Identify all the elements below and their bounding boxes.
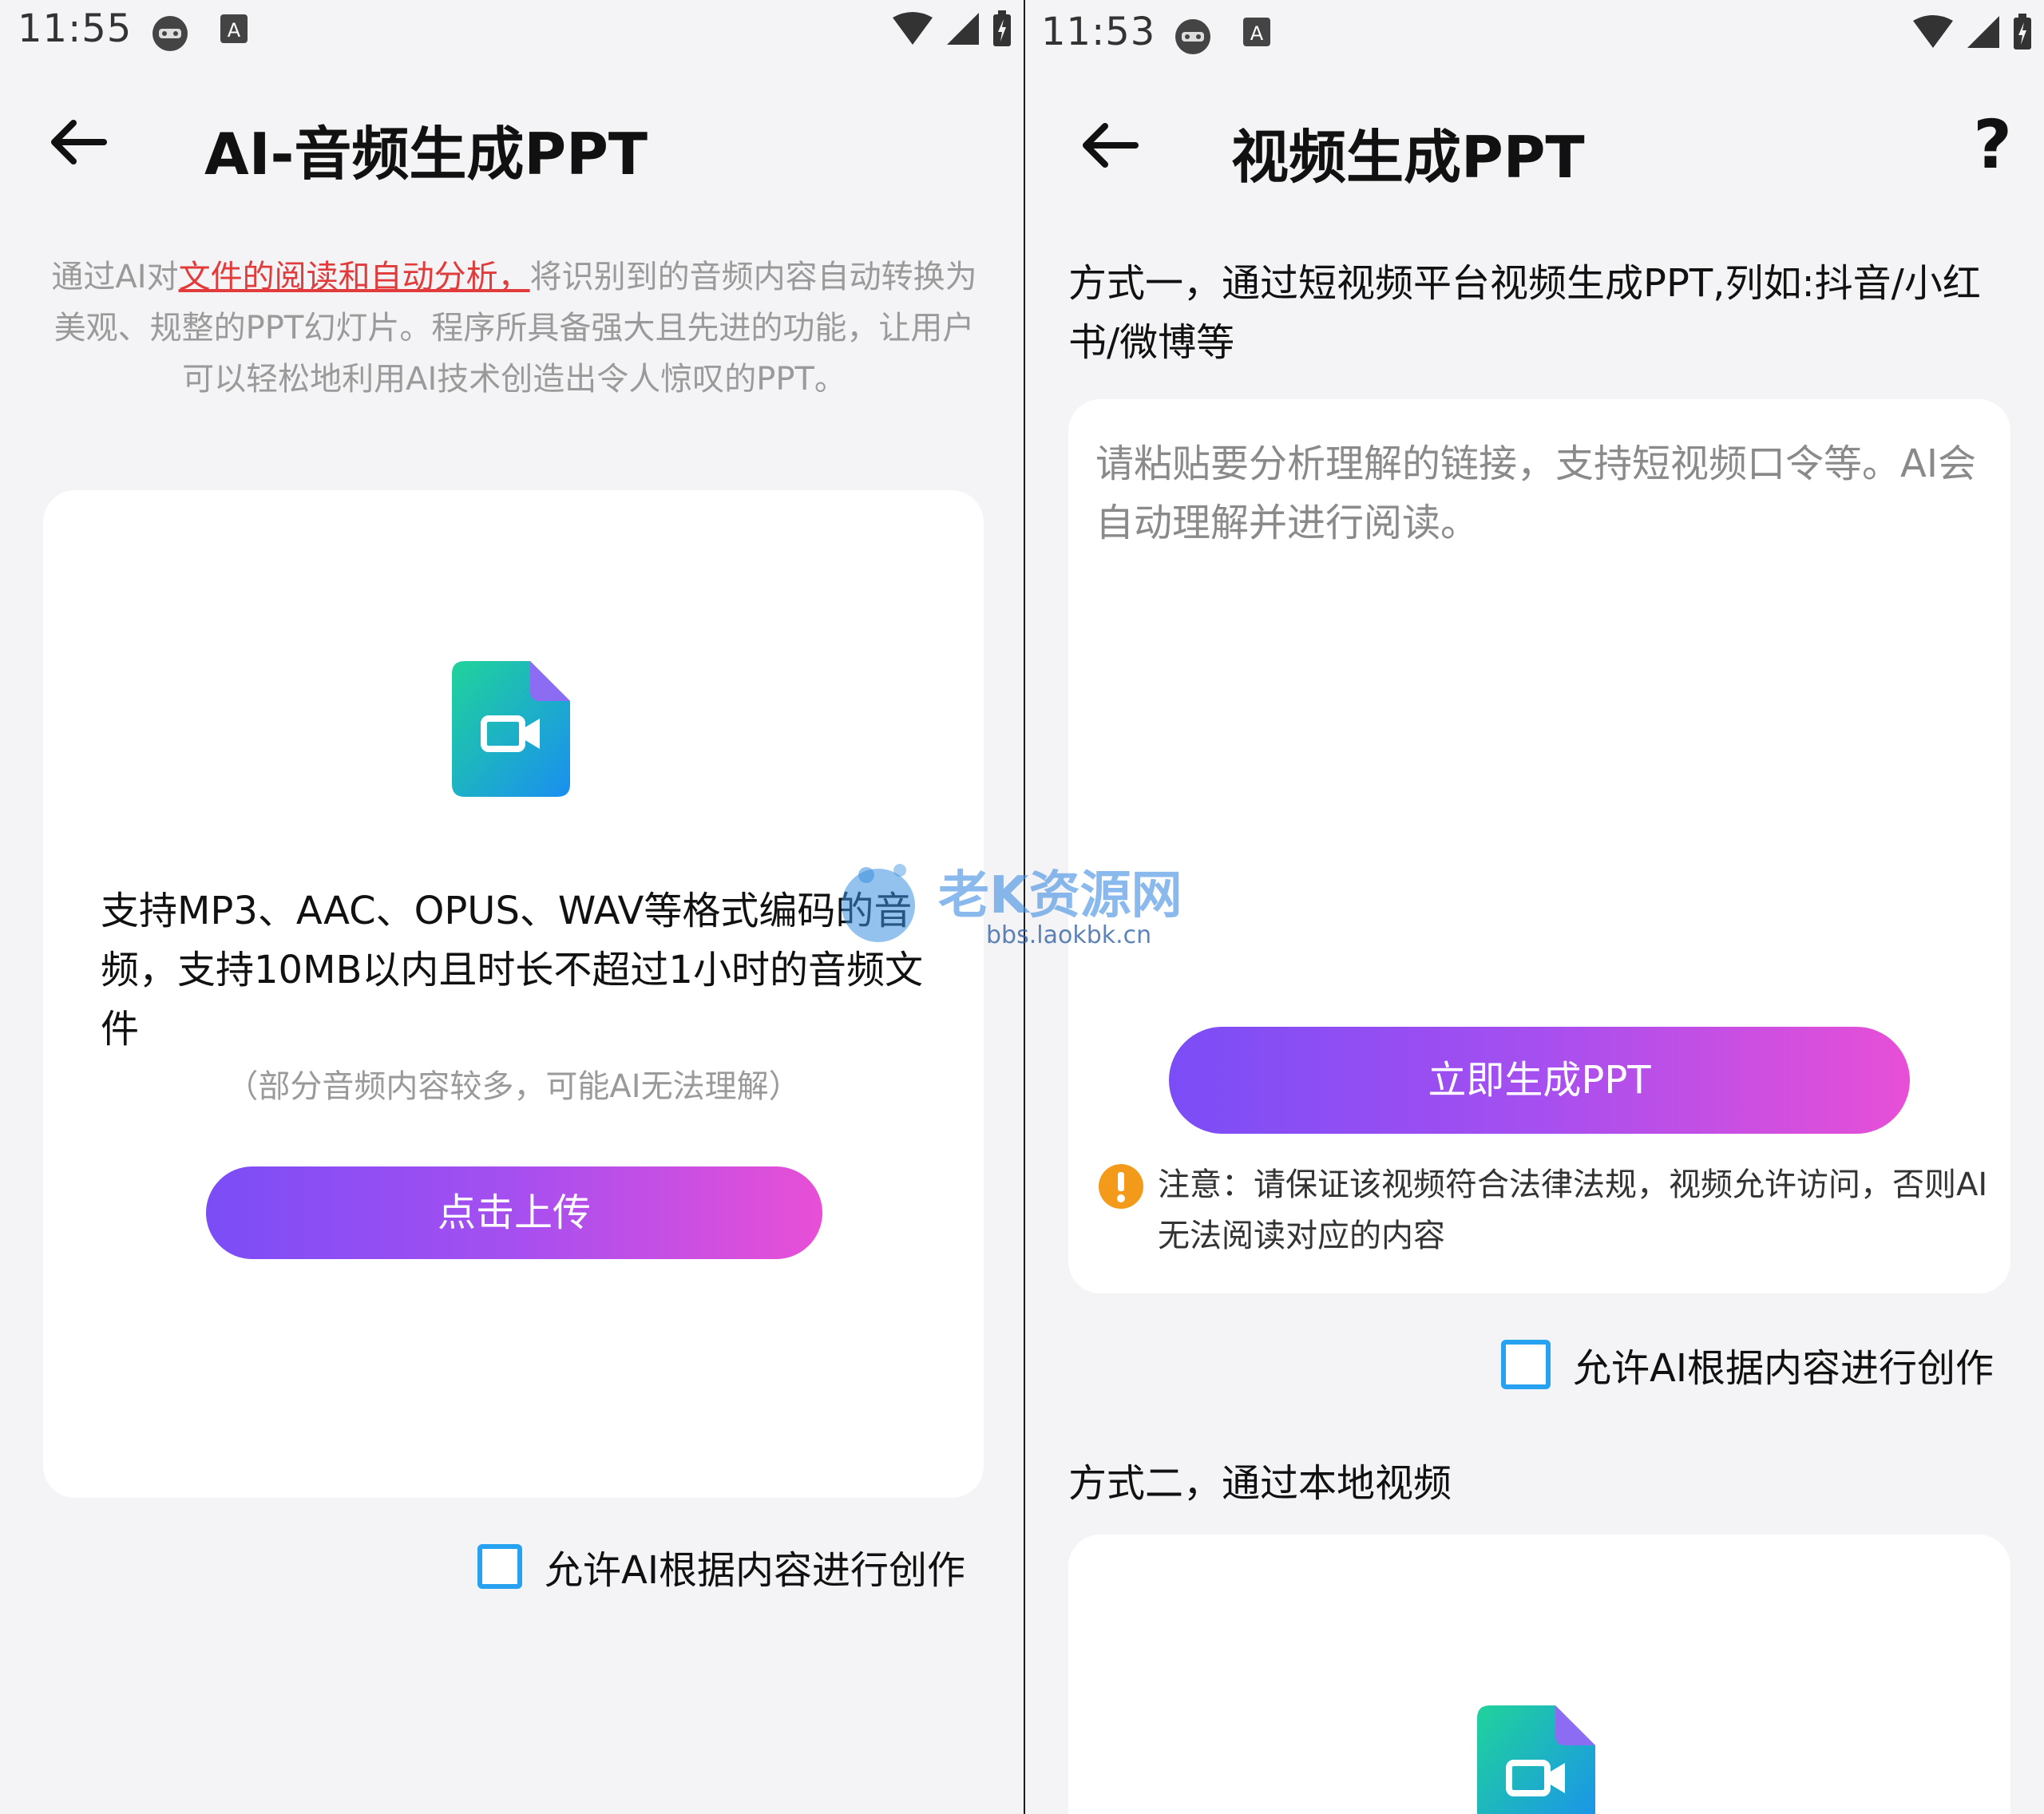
keyboard-a-icon: A [1243, 18, 1270, 46]
intro-text-start: 通过AI对 [51, 259, 179, 295]
allow-ai-creation-label[interactable]: 允许AI根据内容进行创作 [545, 1539, 965, 1594]
svg-text:A: A [228, 19, 241, 42]
app-bar: AI-音频生成PPT [0, 88, 1024, 192]
warning-icon [1099, 1164, 1143, 1209]
signal-icon [947, 13, 979, 45]
notification-face-icon [153, 16, 188, 51]
page-title: 视频生成PPT [1231, 124, 1585, 191]
signal-icon [1967, 16, 1999, 48]
video-file-icon [452, 661, 570, 797]
video-ppt-screen: 11:53 A 视频生成PPT ? 方式一，通过短视频平台视频生成PPT,列如:… [1025, 0, 2044, 1814]
help-icon[interactable]: ? [1973, 105, 2012, 184]
link-input-field[interactable]: 请粘贴要分析理解的链接，支持短视频口令等。AI会自动理解并进行阅读。 [1095, 434, 1982, 993]
battery-charging-icon [2014, 14, 2031, 50]
upload-button[interactable]: 点击上传 [206, 1166, 822, 1259]
status-time: 11:55 [18, 6, 133, 51]
wifi-icon [893, 12, 933, 45]
svg-text:A: A [1250, 22, 1264, 45]
video-file-icon [1477, 1705, 1595, 1814]
allow-ai-creation-row[interactable]: 允许AI根据内容进行创作 [1501, 1337, 1994, 1392]
upload-note: （部分音频内容较多，可能AI无法理解） [226, 1068, 801, 1105]
keyboard-a-icon: A [220, 14, 248, 43]
status-time: 11:53 [1041, 10, 1156, 54]
supported-formats-text: 支持MP3、AAC、OPUS、WAV等格式编码的音频，支持10MB以内且时长不超… [101, 889, 923, 1052]
page-title: AI-音频生成PPT [204, 121, 648, 188]
app-bar: 视频生成PPT ? [1025, 88, 2044, 192]
local-video-card [1068, 1535, 2010, 1814]
method-one-heading: 方式一，通过短视频平台视频生成PPT,列如:抖音/小红书/微博等 [1068, 261, 1981, 365]
status-bar: 11:53 A [1025, 0, 2044, 64]
notice-text: 请保证该视频符合法律法规，视频允许访问，否则AI无法阅读对应的内容 [1158, 1166, 1988, 1254]
legal-notice: 注意：请保证该视频符合法律法规，视频允许访问，否则AI无法阅读对应的内容 [1158, 1159, 1988, 1261]
notice-label: 注意： [1158, 1166, 1254, 1203]
upload-card: 支持MP3、AAC、OPUS、WAV等格式编码的音频，支持10MB以内且时长不超… [43, 490, 984, 1498]
back-arrow-icon[interactable] [1078, 120, 1142, 171]
status-right-icons [1911, 13, 2033, 51]
status-bar: 11:55 A [0, 0, 1024, 64]
generate-ppt-button[interactable]: 立即生成PPT [1169, 1027, 1910, 1134]
wifi-icon [1913, 15, 1953, 48]
back-arrow-icon[interactable] [46, 117, 110, 168]
allow-ai-creation-checkbox[interactable] [477, 1544, 522, 1589]
method-two-heading: 方式二，通过本地视频 [1068, 1461, 1452, 1506]
intro-highlight-link[interactable]: 文件的阅读和自动分析， [179, 259, 530, 295]
allow-ai-creation-row[interactable]: 允许AI根据内容进行创作 [477, 1539, 965, 1594]
audio-ppt-screen: 11:55 A AI-音频生成PPT 通过AI对文件的阅读和自动分析，将识别到的… [0, 0, 1024, 1814]
allow-ai-creation-checkbox[interactable] [1501, 1340, 1551, 1389]
intro-description: 通过AI对文件的阅读和自动分析，将识别到的音频内容自动转换为美观、规整的PPT幻… [51, 252, 977, 405]
status-right-icons [891, 10, 1012, 48]
link-input-card: 请粘贴要分析理解的链接，支持短视频口令等。AI会自动理解并进行阅读。 立即生成P… [1068, 399, 2010, 1293]
allow-ai-creation-label[interactable]: 允许AI根据内容进行创作 [1573, 1337, 1994, 1392]
notification-face-icon [1175, 19, 1210, 54]
battery-charging-icon [993, 10, 1011, 46]
